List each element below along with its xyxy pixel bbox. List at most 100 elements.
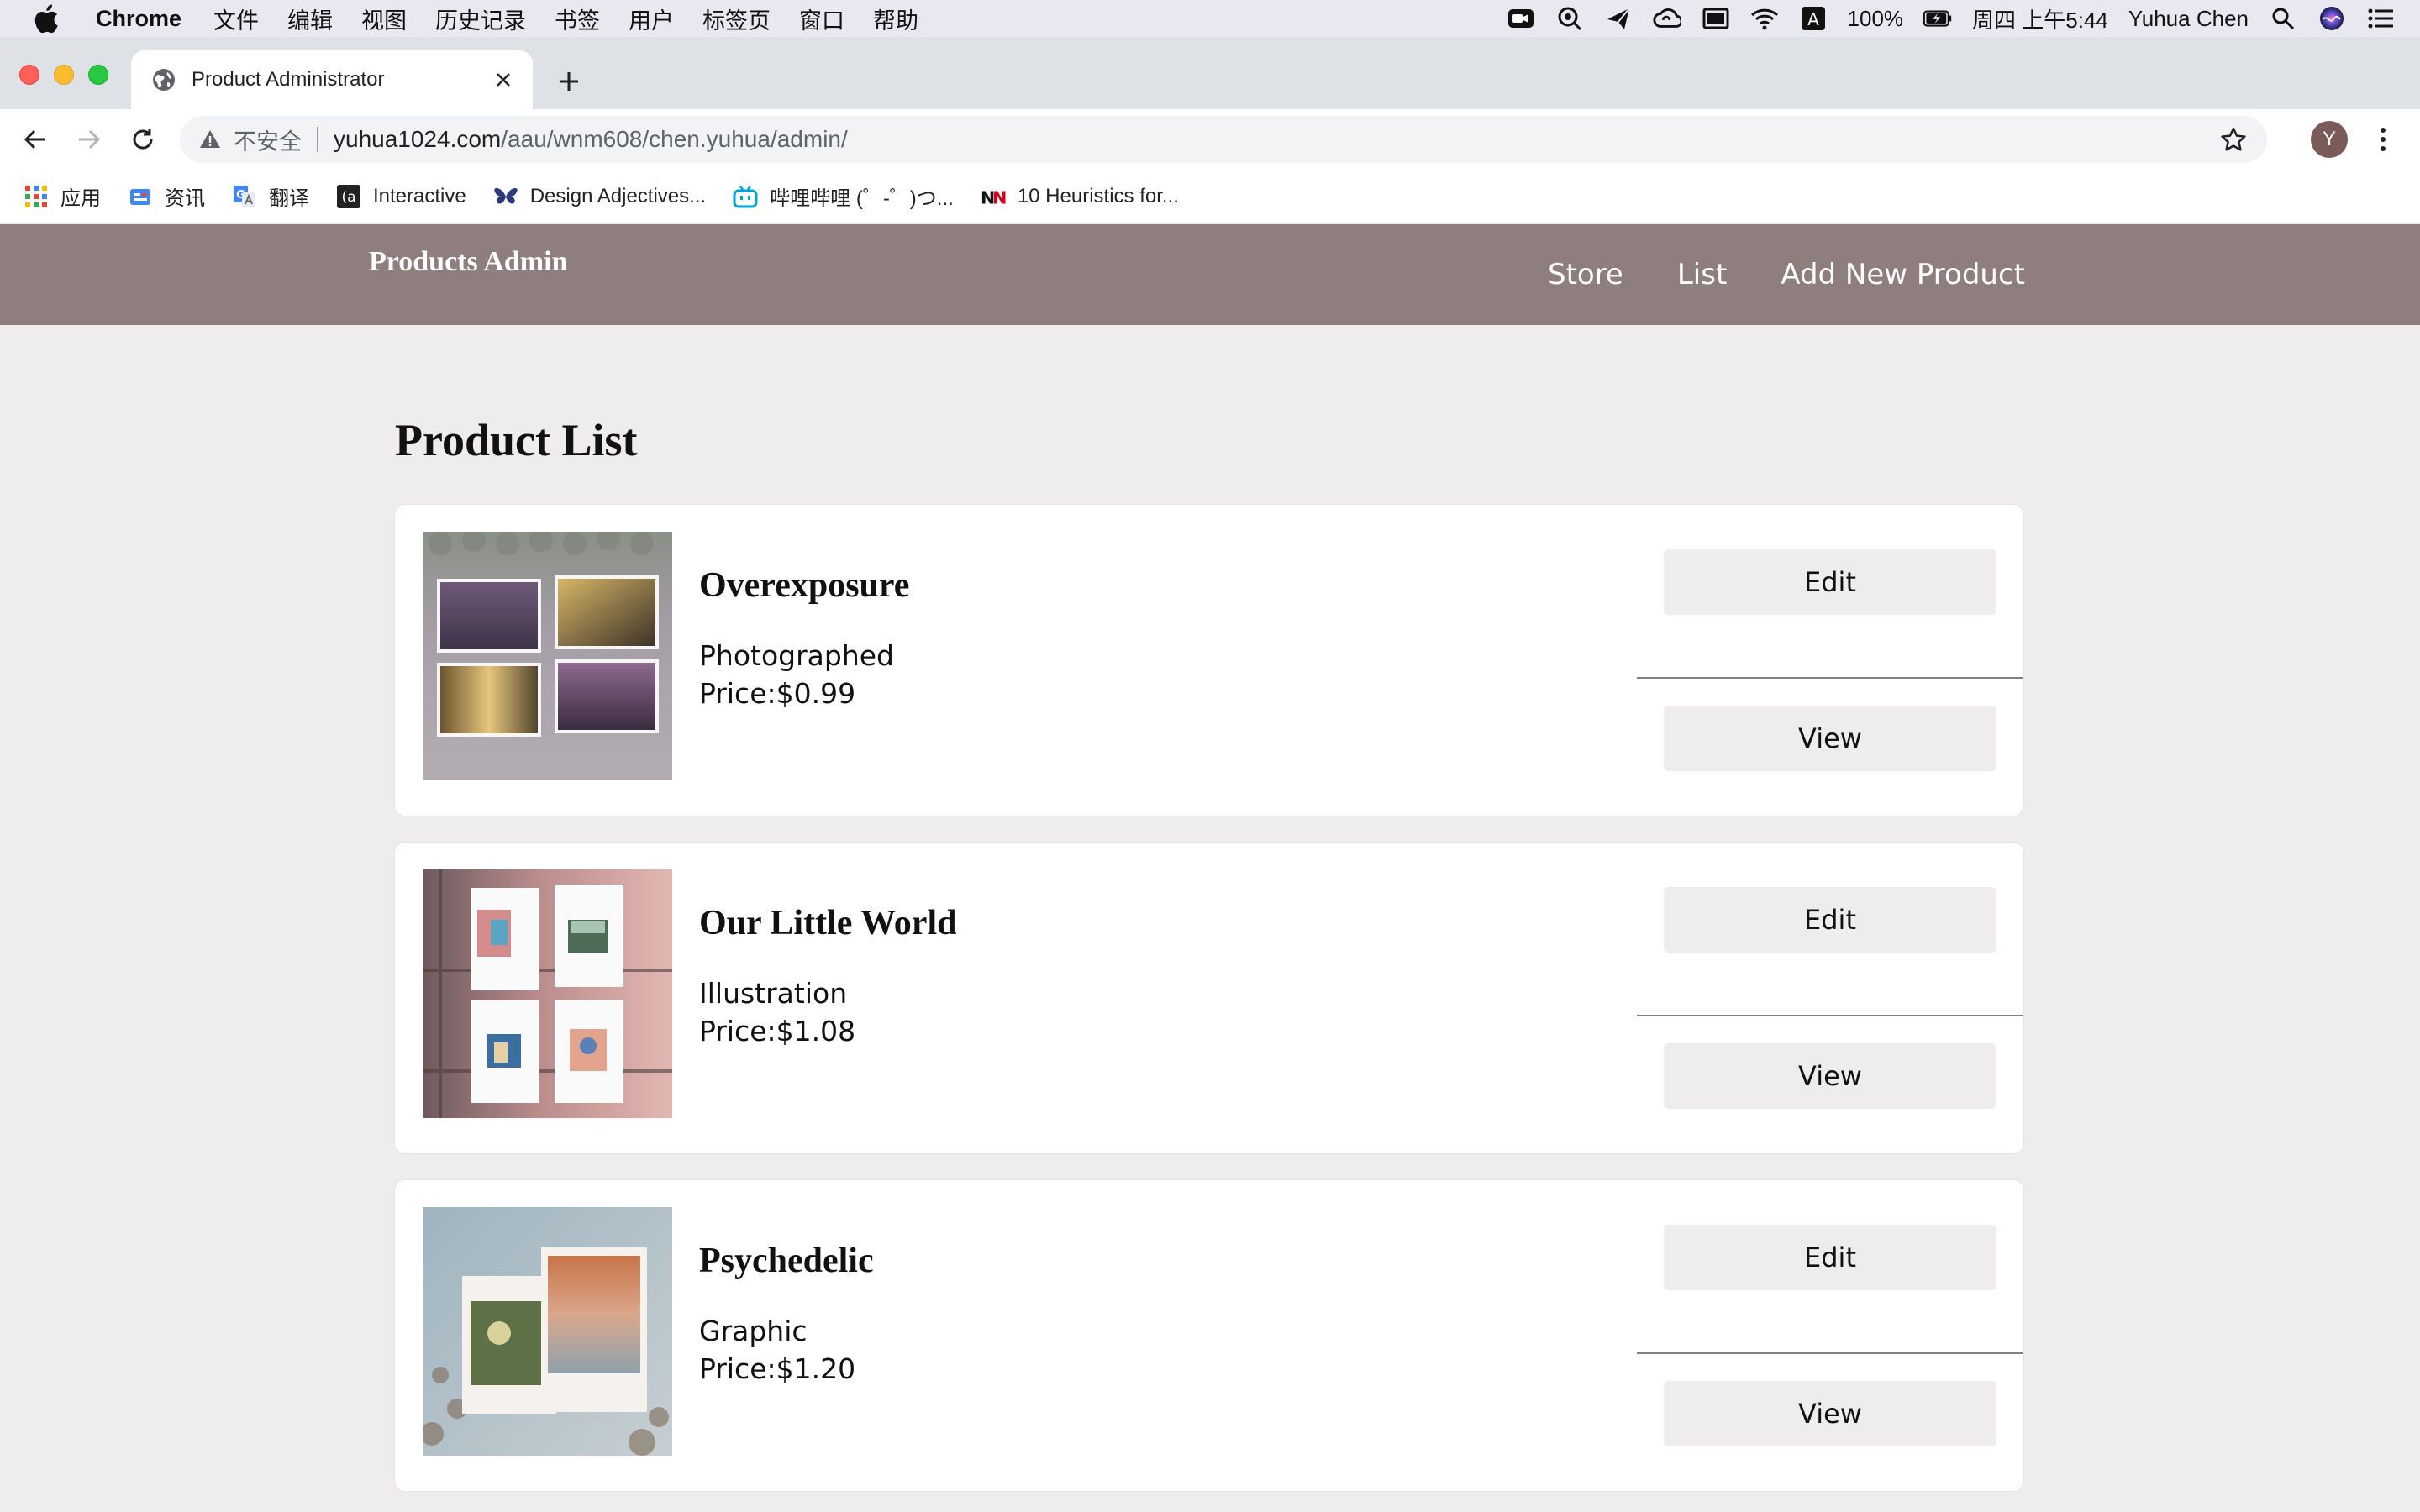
bookmark-heuristics[interactable]: NN 10 Heuristics for... (981, 184, 1179, 209)
bilibili-icon (733, 184, 758, 209)
svg-text:N: N (992, 187, 1006, 207)
wifi-icon[interactable] (1750, 6, 1779, 31)
profile-avatar[interactable]: Y (2311, 121, 2348, 158)
bookmark-label: 翻译 (269, 187, 309, 210)
product-info: Our Little World Illustration Price:$1.0… (699, 903, 956, 1047)
bookmark-design-adjectives[interactable]: Design Adjectives... (493, 184, 706, 209)
notification-center-icon[interactable] (2366, 6, 2395, 31)
bookmark-label: 应用 (60, 187, 101, 210)
translate-icon: G (232, 184, 257, 209)
menu-people[interactable]: 用户 (629, 3, 674, 35)
new-tab-plus-icon[interactable] (555, 67, 583, 96)
edit-button[interactable]: Edit (1664, 549, 1996, 615)
product-card: Our Little World Illustration Price:$1.0… (395, 843, 2023, 1153)
bookmark-interactive[interactable]: (a Interactive (336, 184, 466, 209)
svg-text:(a: (a (341, 189, 355, 206)
bookmark-news[interactable]: 资讯 (128, 181, 205, 211)
product-card: Overexposure Photographed Price:$0.99 Ed… (395, 505, 2023, 816)
interactive-icon: (a (336, 184, 361, 209)
edit-button[interactable]: Edit (1664, 887, 1996, 953)
menu-history[interactable]: 历史记录 (435, 3, 526, 35)
actions-divider (1637, 1352, 2023, 1354)
butterfly-icon (493, 184, 518, 209)
view-button[interactable]: View (1664, 1043, 1996, 1109)
product-thumbnail-psychedelic (424, 1207, 672, 1456)
browser-toolbar: 不安全 yuhua1024.com/aau/wnm608/chen.yuhua/… (0, 109, 2420, 170)
menubar-clock[interactable]: 周四 上午5:44 (1972, 3, 2108, 34)
product-actions: Edit View (1637, 1180, 2023, 1491)
siri-icon[interactable] (2317, 6, 2346, 31)
address-url[interactable]: yuhua1024.com/aau/wnm608/chen.yuhua/admi… (334, 126, 848, 153)
news-icon (128, 184, 153, 209)
product-list: Overexposure Photographed Price:$0.99 Ed… (395, 505, 2025, 1491)
bookmark-bilibili[interactable]: 哔哩哔哩 (゜-゜)つ... (733, 181, 954, 211)
bookmark-translate[interactable]: G 翻译 (232, 181, 309, 211)
forward-arrow-icon[interactable] (74, 124, 104, 155)
actions-divider (1637, 1015, 2023, 1016)
view-button[interactable]: View (1664, 1381, 1996, 1446)
product-actions: Edit View (1637, 843, 2023, 1153)
bookmark-star-icon[interactable] (2220, 126, 2247, 153)
macos-menubar: Chrome 文件 编辑 视图 历史记录 书签 用户 标签页 窗口 帮助 A 1… (0, 0, 2420, 37)
bookmark-label: Design Adjectives... (529, 184, 707, 207)
reload-icon[interactable] (128, 124, 158, 155)
menubar-user[interactable]: Yuhua Chen (2128, 6, 2249, 32)
chat-search-icon[interactable] (1555, 6, 1584, 31)
product-price: Price:$1.08 (699, 1015, 856, 1047)
menu-window[interactable]: 窗口 (799, 3, 844, 35)
product-thumbnail-our-little-world (424, 869, 672, 1118)
video-camera-icon[interactable] (1507, 6, 1535, 31)
menu-file[interactable]: 文件 (213, 3, 259, 35)
not-secure-label[interactable]: 不安全 (234, 123, 302, 156)
creative-cloud-icon[interactable] (1653, 6, 1681, 31)
nav-store[interactable]: Store (1548, 258, 1623, 291)
product-name: Our Little World (699, 904, 957, 942)
product-thumbnail-overexposure (424, 532, 672, 780)
menu-edit[interactable]: 编辑 (287, 3, 333, 35)
main-content: Product List Overexposure Photographed P… (395, 325, 2025, 1512)
menu-tab[interactable]: 标签页 (702, 3, 771, 35)
menu-bookmarks[interactable]: 书签 (555, 3, 600, 35)
site-brand[interactable]: Products Admin (369, 246, 567, 278)
view-button[interactable]: View (1664, 706, 1996, 771)
bookmark-label: Interactive (373, 184, 466, 207)
spotlight-search-icon[interactable] (2269, 6, 2297, 31)
menu-app-chrome[interactable]: Chrome (96, 6, 182, 32)
menu-help[interactable]: 帮助 (873, 3, 918, 35)
nav-list[interactable]: List (1677, 258, 1727, 291)
window-zoom-button[interactable] (88, 65, 108, 85)
bookmark-apps[interactable]: 应用 (24, 181, 101, 211)
site-header: Products Admin Store List Add New Produc… (0, 224, 2420, 325)
display-icon[interactable] (1702, 6, 1730, 31)
address-bar[interactable]: 不安全 yuhua1024.com/aau/wnm608/chen.yuhua/… (180, 116, 2267, 163)
bookmark-label: 资讯 (165, 187, 205, 210)
product-info: Overexposure Photographed Price:$0.99 (699, 565, 909, 710)
window-minimize-button[interactable] (54, 65, 74, 85)
nav-add-new-product[interactable]: Add New Product (1781, 258, 2025, 291)
edit-button[interactable]: Edit (1664, 1225, 1996, 1290)
menubar-status-area: A 100% 周四 上午5:44 Yuhua Chen (1507, 0, 2395, 37)
apple-logo-icon[interactable] (34, 4, 67, 33)
page-title: Product List (395, 415, 638, 465)
product-card: Psychedelic Graphic Price:$1.20 Edit Vie… (395, 1180, 2023, 1491)
bookmark-label: 哔哩哔哩 (゜-゜)つ... (770, 187, 954, 210)
input-source-icon[interactable]: A (1799, 6, 1828, 31)
back-arrow-icon[interactable] (20, 124, 50, 155)
chrome-menu-icon[interactable] (2371, 124, 2395, 155)
not-secure-warning-icon[interactable] (198, 128, 222, 151)
tab-title: Product Administrator (192, 68, 385, 91)
browser-tab-strip: Product Administrator (0, 37, 2420, 109)
url-host: yuhua1024.com (334, 126, 502, 152)
product-category: Illustration (699, 977, 848, 1010)
battery-charging-icon[interactable] (1923, 6, 1952, 31)
browser-tab-active[interactable]: Product Administrator (131, 50, 533, 109)
menu-view[interactable]: 视图 (361, 3, 407, 35)
tab-close-icon[interactable] (491, 67, 516, 92)
product-name: Overexposure (699, 566, 910, 605)
product-category: Photographed (699, 639, 894, 672)
product-actions: Edit View (1637, 505, 2023, 816)
paper-plane-icon[interactable] (1604, 6, 1633, 31)
bookmark-label: 10 Heuristics for... (1017, 184, 1179, 207)
window-close-button[interactable] (19, 65, 39, 85)
product-info: Psychedelic Graphic Price:$1.20 (699, 1241, 874, 1385)
